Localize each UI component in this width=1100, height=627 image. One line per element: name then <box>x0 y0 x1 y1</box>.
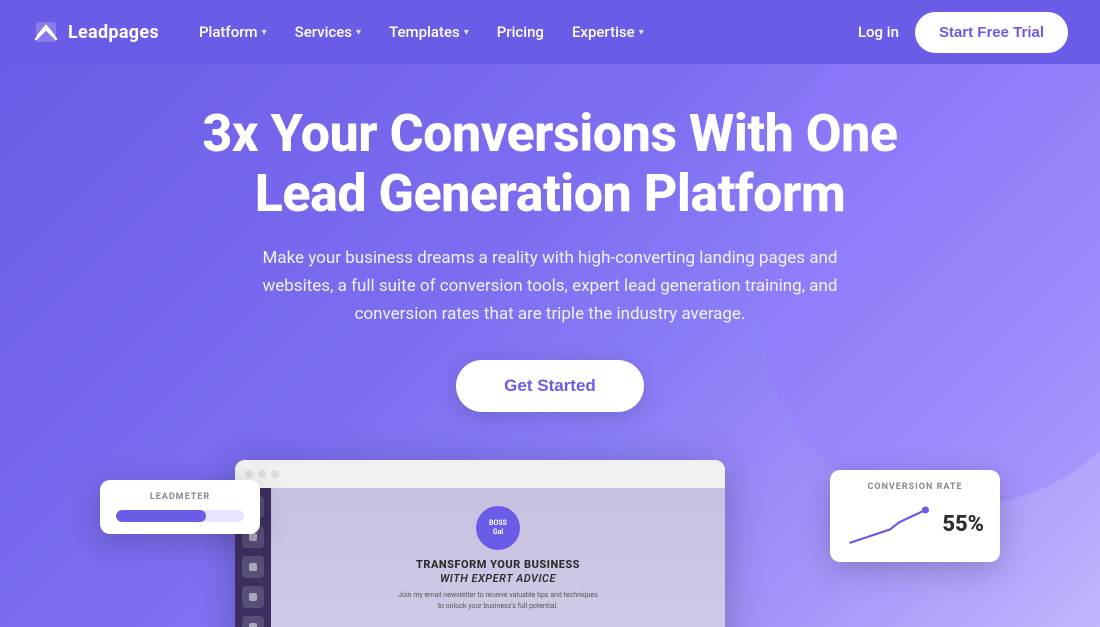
nav-actions: Log in Start Free Trial <box>858 12 1068 53</box>
start-trial-button[interactable]: Start Free Trial <box>915 12 1068 53</box>
chevron-down-icon: ▾ <box>639 27 644 38</box>
boss-gal-badge: BOSS Gal <box>476 506 520 550</box>
conversion-chart-area: 55% <box>846 500 984 550</box>
nav-services[interactable]: Services ▾ <box>283 15 373 49</box>
leadmeter-widget: LEADMETER <box>100 480 260 534</box>
conversion-label: CONVERSION RATE <box>846 482 984 492</box>
login-button[interactable]: Log in <box>858 23 899 41</box>
preview-area: LEADMETER <box>100 460 1000 627</box>
hero-section: 3x Your Conversions With One Lead Genera… <box>0 64 1100 627</box>
nav-pricing[interactable]: Pricing <box>485 15 556 49</box>
lp-subtext: Join my email newsletter to receive valu… <box>398 590 598 611</box>
hero-title: 3x Your Conversions With One Lead Genera… <box>160 104 940 224</box>
chevron-down-icon: ▾ <box>356 27 361 38</box>
conversion-percent: 55% <box>942 512 984 537</box>
browser-mockup: BOSS Gal TRANSFORM YOUR BUSINESS with EX… <box>235 460 725 627</box>
conversion-chart <box>846 500 934 550</box>
leadmeter-label: LEADMETER <box>116 492 244 502</box>
nav-links: Platform ▾ Services ▾ Templates ▾ Pricin… <box>187 15 858 49</box>
hero-subtitle: Make your business dreams a reality with… <box>225 244 875 328</box>
hero-content: 3x Your Conversions With One Lead Genera… <box>160 104 940 460</box>
get-started-button[interactable]: Get Started <box>456 360 644 412</box>
sidebar-icon-3 <box>242 556 264 578</box>
browser-dot-green <box>271 470 279 478</box>
browser-content: BOSS Gal TRANSFORM YOUR BUSINESS with EX… <box>235 488 725 627</box>
lp-content: BOSS Gal TRANSFORM YOUR BUSINESS with EX… <box>271 488 725 627</box>
chevron-down-icon: ▾ <box>464 27 469 38</box>
logo-link[interactable]: Leadpages <box>32 18 159 46</box>
landing-page-preview: BOSS Gal TRANSFORM YOUR BUSINESS with EX… <box>271 488 725 627</box>
brand-name: Leadpages <box>68 22 159 43</box>
lp-headline: TRANSFORM YOUR BUSINESS with EXPERT ADVI… <box>416 558 580 587</box>
nav-platform[interactable]: Platform ▾ <box>187 15 279 49</box>
logo-icon <box>32 18 60 46</box>
browser-dot-red <box>245 470 253 478</box>
nav-templates[interactable]: Templates ▾ <box>377 15 481 49</box>
boss-gal-text: BOSS Gal <box>489 519 507 537</box>
sidebar-icon-4 <box>242 586 264 608</box>
chevron-down-icon: ▾ <box>262 27 267 38</box>
leadmeter-fill <box>116 510 206 522</box>
conversion-widget: CONVERSION RATE 55% <box>830 470 1000 562</box>
browser-dot-yellow <box>258 470 266 478</box>
nav-expertise[interactable]: Expertise ▾ <box>560 15 656 49</box>
sidebar-icon-5 <box>242 616 264 627</box>
browser-bar <box>235 460 725 488</box>
navbar: Leadpages Platform ▾ Services ▾ Template… <box>0 0 1100 64</box>
leadmeter-bar <box>116 510 244 522</box>
